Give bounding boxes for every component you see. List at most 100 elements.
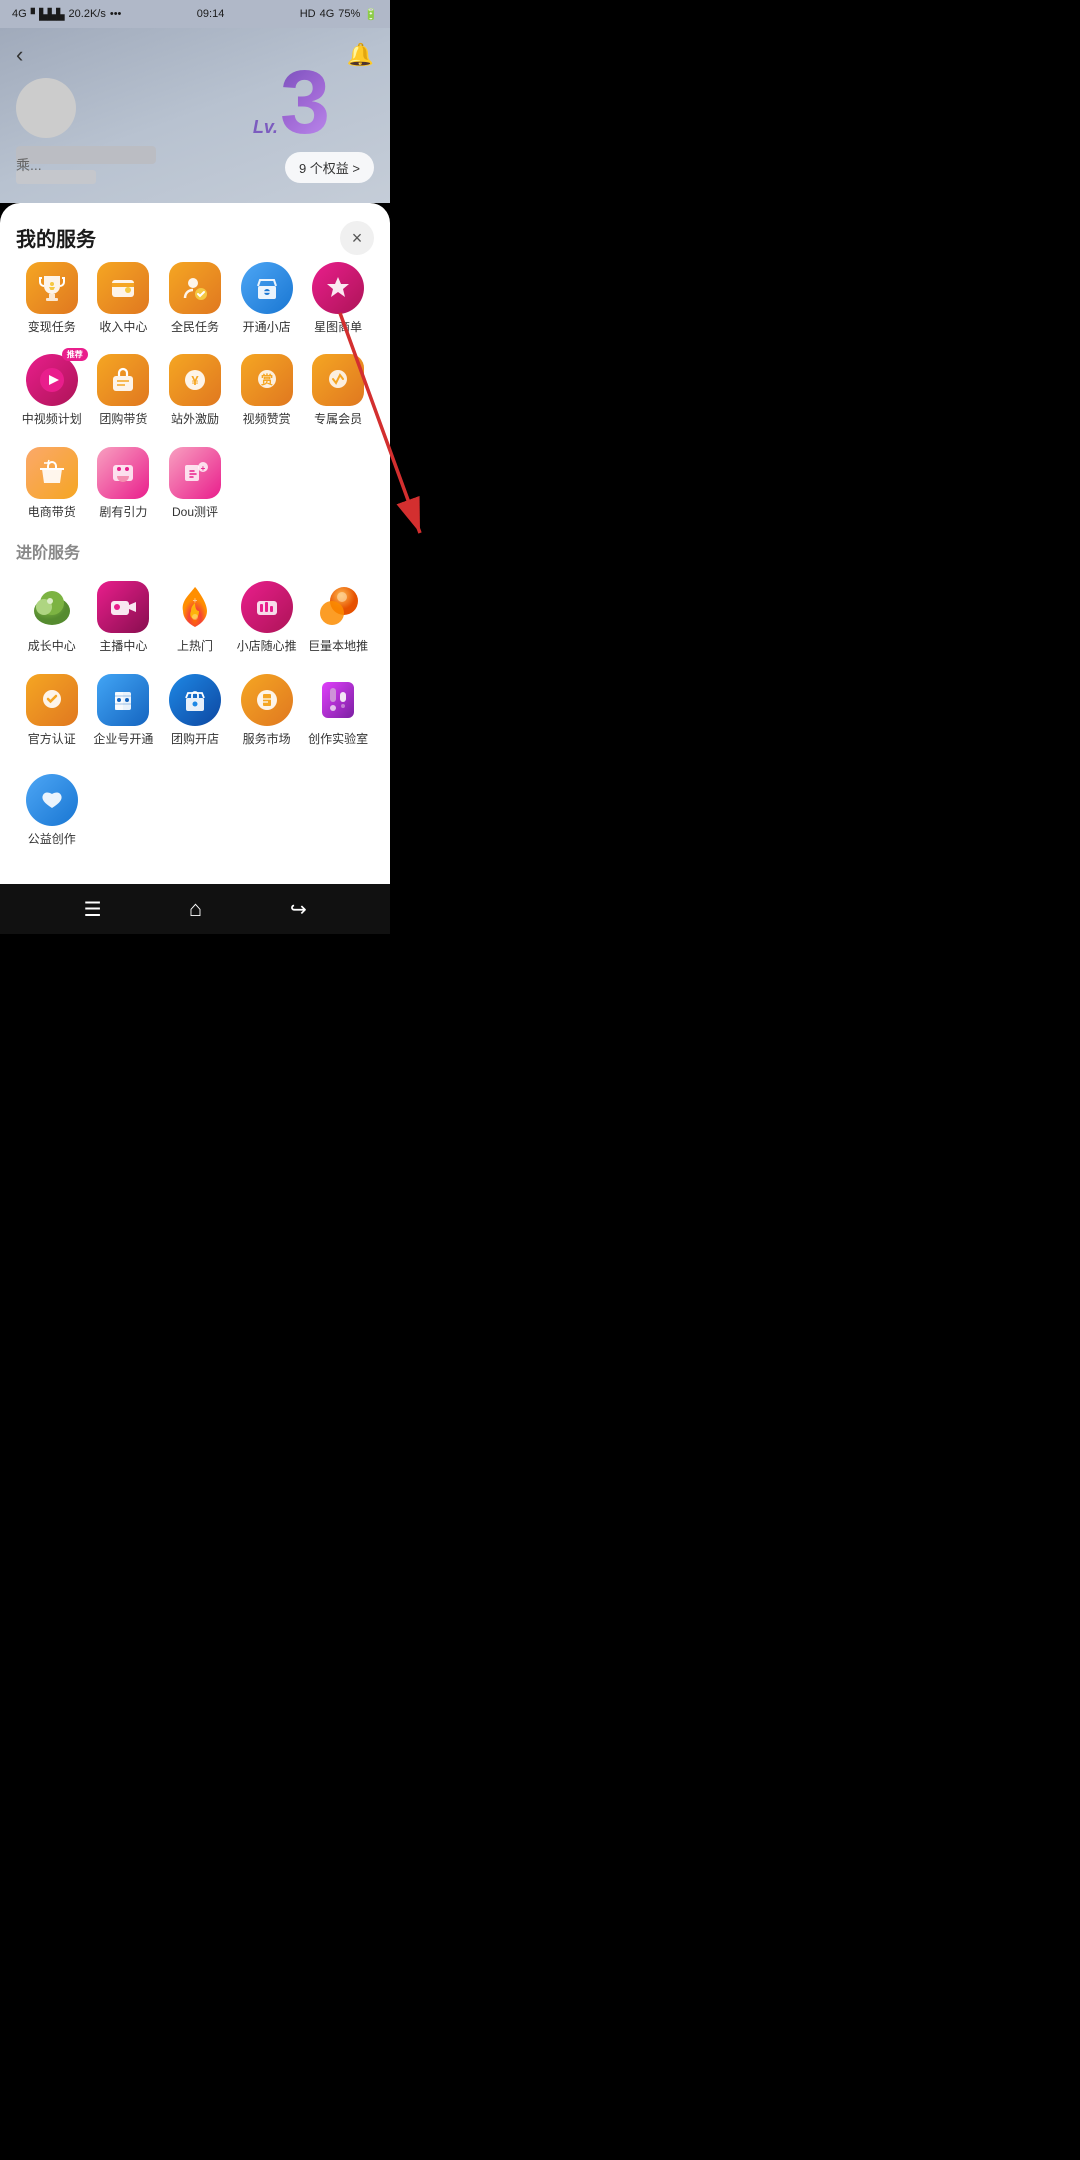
back-button[interactable]: ‹ (16, 42, 23, 68)
advanced-suixin[interactable]: 小店随心推 (231, 571, 303, 663)
hd-label: HD (300, 8, 316, 20)
advanced-suixin-label: 小店随心推 (237, 639, 297, 653)
service-xingtushangdan[interactable]: 星图商单 (302, 252, 374, 344)
growth-icon (26, 581, 78, 633)
store-bag-icon (34, 455, 70, 491)
reward-icon: 赏 (251, 364, 283, 396)
enterprise-icon (107, 684, 139, 716)
lv-label: Lv. (253, 117, 278, 138)
services-grid: 变现任务 收入中心 全民任务 (16, 252, 374, 529)
advanced-qiye[interactable]: 企业号开通 (88, 664, 160, 756)
advanced-fuwu-label: 服务市场 (243, 732, 291, 746)
recommend-badge: 推荐 (62, 348, 88, 361)
live-camera-icon (107, 591, 139, 623)
service-tuangou-label: 团购带货 (99, 412, 147, 426)
service-zhanwai-label: 站外激励 (171, 412, 219, 426)
vip-icon (322, 364, 354, 396)
svg-text:+: + (201, 464, 206, 473)
advanced-reshang[interactable]: + 上热门 (159, 571, 231, 663)
market-icon (251, 684, 283, 716)
advanced-gongyi-label: 公益创作 (28, 832, 76, 846)
status-bar: 4G ▘▙▙▙ 20.2K/s ••• 09:14 HD 4G 75% 🔋 (0, 0, 390, 28)
service-zhongshipin-label: 中视频计划 (22, 412, 82, 426)
bag-icon (107, 364, 139, 396)
person-checkmark-icon (179, 272, 211, 304)
money-icon: ¥ (179, 364, 211, 396)
service-dou-label: Dou测评 (172, 505, 218, 519)
advanced-qiye-label: 企业号开通 (93, 732, 153, 746)
battery-icon: 🔋 (364, 8, 378, 21)
service-bianzhen-label: 变现任务 (28, 320, 76, 334)
test-icon: + (177, 455, 213, 491)
notification-bell-icon[interactable]: 🔔 (347, 42, 374, 68)
advanced-gongyi[interactable]: 公益创作 (16, 764, 88, 856)
menu-icon[interactable]: ☰ (84, 897, 102, 922)
service-kaitong-label: 开通小店 (243, 320, 291, 334)
avatar (16, 78, 76, 138)
back-nav-icon[interactable]: ↩ (290, 897, 307, 922)
level-number: 3 (280, 58, 330, 148)
dots-label: ••• (110, 8, 122, 20)
shop-icon (251, 272, 283, 304)
service-tuangou[interactable]: 团购带货 (88, 344, 160, 436)
advanced-chengzhang[interactable]: 成长中心 (16, 571, 88, 663)
signal-bars: ▘▙▙▙ (31, 8, 65, 21)
svg-text:¥: ¥ (191, 373, 199, 388)
service-zanshang[interactable]: 赏 视频赞赏 (231, 344, 303, 436)
advanced-guanfang-label: 官方认证 (28, 732, 76, 746)
svg-text:+: + (193, 596, 198, 605)
service-dou[interactable]: + Dou测评 (159, 437, 231, 529)
service-xingtushangdan-label: 星图商单 (314, 320, 362, 334)
advanced-tgkaidian[interactable]: 团购开店 (159, 664, 231, 756)
close-button[interactable]: × (340, 221, 374, 255)
network-label: 4G (320, 8, 335, 20)
public-grid: 公益创作 (16, 764, 374, 856)
advanced-reshang-label: 上热门 (177, 639, 213, 653)
wallet-icon (107, 272, 139, 304)
advanced-fuwu[interactable]: 服务市场 (231, 664, 303, 756)
time-label: 09:14 (197, 8, 225, 20)
status-left: 4G ▘▙▙▙ 20.2K/s ••• (12, 8, 121, 21)
benefits-label: 9 个权益 > (299, 158, 360, 177)
service-zhongshipin[interactable]: 推荐 中视频计划 (16, 344, 88, 436)
level-badge: Lv. 3 (253, 58, 330, 148)
service-bianzhen[interactable]: 变现任务 (16, 252, 88, 344)
modal-sheet: 我的服务 × 变现任务 (0, 203, 390, 884)
service-quanmin[interactable]: 全民任务 (159, 252, 231, 344)
user-tag: 乘... (16, 155, 42, 175)
public-benefit-icon (36, 784, 68, 816)
star-icon (322, 272, 354, 304)
hot-flame-icon: + (169, 581, 221, 633)
svg-text:赏: 赏 (261, 372, 273, 387)
advanced-zhibo[interactable]: 主播中心 (88, 571, 160, 663)
advanced-guanfang[interactable]: 官方认证 (16, 664, 88, 756)
advanced-juliang[interactable]: 巨量本地推 (302, 571, 374, 663)
service-dianshang-label: 电商带货 (28, 505, 76, 519)
battery-label: 75% (338, 8, 360, 20)
advanced-zhibo-label: 主播中心 (99, 639, 147, 653)
profile-header: ‹ 🔔 Lv. 3 乘... 9 个权益 > (0, 28, 390, 203)
bottom-navigation: ☰ ⌂ ↩ (0, 884, 390, 934)
service-zhanwai[interactable]: ¥ 站外激励 (159, 344, 231, 436)
advanced-tgkaidian-label: 团购开店 (171, 732, 219, 746)
benefits-button[interactable]: 9 个权益 > (285, 152, 374, 183)
advanced-grid: 成长中心 主播中心 (16, 571, 374, 756)
advanced-juliang-label: 巨量本地推 (308, 639, 368, 653)
speed-label: 20.2K/s (69, 8, 106, 20)
advanced-chuangzuo[interactable]: 创作实验室 (302, 664, 374, 756)
service-shouru[interactable]: 收入中心 (88, 252, 160, 344)
modal-title: 我的服务 (16, 229, 96, 251)
service-quanmin-label: 全民任务 (171, 320, 219, 334)
service-kaitong[interactable]: 开通小店 (231, 252, 303, 344)
home-icon[interactable]: ⌂ (189, 896, 202, 922)
service-juyou-label: 剧有引力 (99, 505, 147, 519)
verify-icon (36, 684, 68, 716)
promote-icon (251, 591, 283, 623)
advanced-section-title: 进阶服务 (16, 539, 374, 563)
service-zhuanshu[interactable]: 专属会员 (302, 344, 374, 436)
drama-icon (105, 455, 141, 491)
advanced-chengzhang-label: 成长中心 (28, 639, 76, 653)
service-zanshang-label: 视频赞赏 (243, 412, 291, 426)
service-dianshang[interactable]: 电商带货 (16, 437, 88, 529)
service-juyou[interactable]: 剧有引力 (88, 437, 160, 529)
